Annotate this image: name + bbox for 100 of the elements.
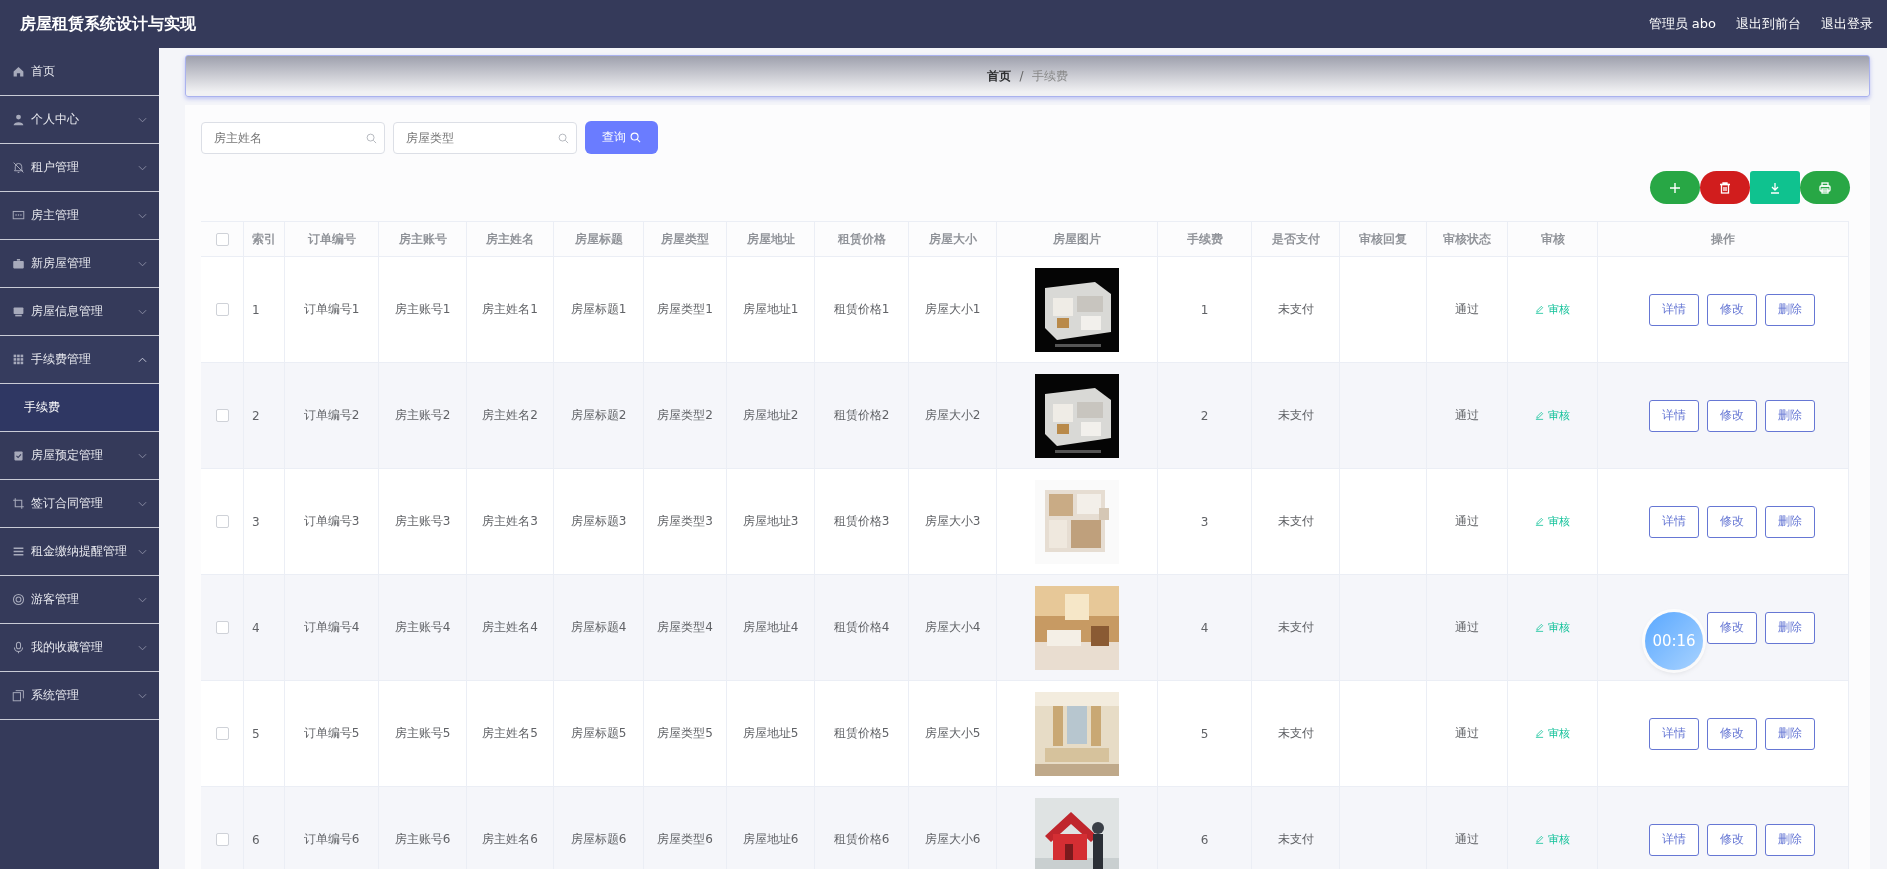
details-button[interactable]: 详情 [1649,717,1699,750]
search-field[interactable]: 房主姓名 [201,121,385,154]
app-title: 房屋租赁系统设计与实现 [20,13,196,35]
search-field[interactable]: 房屋类型 [393,121,577,154]
row-checkbox[interactable] [215,621,229,634]
table-cell: 房主账号5 [394,725,451,742]
pencil-icon [1535,411,1544,420]
printer-icon [1818,180,1832,195]
column-header: 审核回复 [1359,231,1407,247]
table-cell: 房屋标题6 [570,831,627,848]
table-cell: 房屋类型6 [657,831,713,848]
delete-button[interactable] [1700,171,1750,204]
pencil-icon [1535,835,1544,844]
table-cell: 通过 [1455,725,1479,742]
table-cell: 房主账号1 [394,301,451,318]
details-button[interactable]: 详情 [1649,293,1699,326]
details-button[interactable]: 详情 [1649,505,1699,538]
table-cell: 订单编号6 [303,831,360,848]
row-checkbox[interactable] [215,303,229,316]
row-checkbox[interactable] [215,409,229,422]
recording-timer: 00:16 [1645,612,1703,670]
search-icon [558,132,569,144]
edit-button[interactable]: 修改 [1707,611,1757,644]
row-checkbox[interactable] [215,833,229,846]
ring-icon [12,593,25,606]
table-cell: 通过 [1455,831,1479,848]
edit-button[interactable]: 修改 [1707,717,1757,750]
delete-button[interactable]: 删除 [1765,823,1815,856]
column-header: 是否支付 [1271,231,1320,247]
clipboard-icon [12,449,25,462]
sidebar-subitem[interactable]: 手续费 [0,384,159,432]
table-cell: 租赁价格4 [833,619,890,636]
delete-button[interactable]: 删除 [1765,717,1815,750]
table-cell: 1 [1200,302,1209,317]
table-cell: 房主账号2 [394,407,451,424]
table-cell: 房屋标题2 [570,407,627,424]
row-checkbox[interactable] [215,515,229,528]
table-cell: 房屋标题4 [570,619,627,636]
table-cell: 租赁价格3 [833,513,890,530]
header-link[interactable]: 退出登录 [1821,15,1873,33]
table-cell: 4 [252,620,260,635]
breadcrumb-item[interactable]: 首页 [987,67,1012,85]
edit-button[interactable]: 修改 [1707,399,1757,432]
select-all-checkbox[interactable] [215,232,229,246]
column-header: 房屋地址 [746,231,795,247]
header-link[interactable]: 退出到前台 [1736,15,1801,33]
table-cell: 未支付 [1277,301,1314,318]
edit-button[interactable]: 修改 [1707,823,1757,856]
table-cell: 房屋大小1 [924,301,981,318]
chat-icon [12,209,25,222]
column-header: 手续费 [1186,231,1223,247]
column-header: 房屋类型 [661,231,709,247]
table-cell: 房主姓名2 [482,407,538,424]
table-cell: 房屋大小3 [924,513,981,530]
review-link[interactable]: 审核 [1535,302,1570,317]
pencil-icon [1535,517,1544,526]
details-button[interactable]: 详情 [1649,399,1699,432]
delete-button[interactable]: 删除 [1765,505,1815,538]
table-cell: 房屋类型4 [657,619,713,636]
review-link[interactable]: 审核 [1535,726,1570,741]
edit-button[interactable]: 修改 [1707,505,1757,538]
search-button[interactable]: 查询 [585,121,658,154]
column-header: 房主账号 [398,231,447,247]
column-header: 房屋图片 [1053,231,1101,247]
print-button[interactable] [1800,171,1850,204]
table-cell: 通过 [1455,407,1479,424]
column-header: 操作 [1711,231,1735,247]
column-header: 审核 [1540,231,1565,247]
table-cell: 房屋类型1 [657,301,713,318]
microphone-icon [12,641,25,654]
table-cell: 4 [1200,620,1209,635]
table-cell: 房主姓名1 [482,301,538,318]
table-cell: 5 [252,726,260,741]
edit-button[interactable]: 修改 [1707,293,1757,326]
table-cell: 订单编号5 [303,725,360,742]
delete-button[interactable]: 删除 [1765,293,1815,326]
home-icon [12,65,25,78]
list-icon [12,545,25,558]
table-cell: 3 [1200,514,1209,529]
table-cell: 房主账号4 [394,619,451,636]
delete-button[interactable]: 删除 [1765,399,1815,432]
row-checkbox[interactable] [215,727,229,740]
details-button[interactable]: 详情 [1649,823,1699,856]
briefcase-icon [12,257,25,270]
table-cell: 通过 [1455,301,1479,318]
table-cell: 房屋标题3 [570,513,627,530]
table-cell: 房屋类型3 [657,513,713,530]
table-cell: 房屋地址2 [742,407,799,424]
table-cell: 房屋地址6 [742,831,799,848]
search-icon [366,132,377,144]
add-button[interactable] [1650,171,1700,204]
admin-label: 管理员 abo [1648,15,1716,33]
table-cell: 房屋大小2 [924,407,981,424]
table-cell: 未支付 [1277,407,1314,424]
plus-icon [1668,180,1682,195]
table-cell: 3 [252,514,260,529]
table-cell: 未支付 [1277,619,1314,636]
table-cell: 房主账号3 [394,513,451,530]
review-link[interactable]: 审核 [1535,514,1570,529]
delete-button[interactable]: 删除 [1765,611,1815,644]
